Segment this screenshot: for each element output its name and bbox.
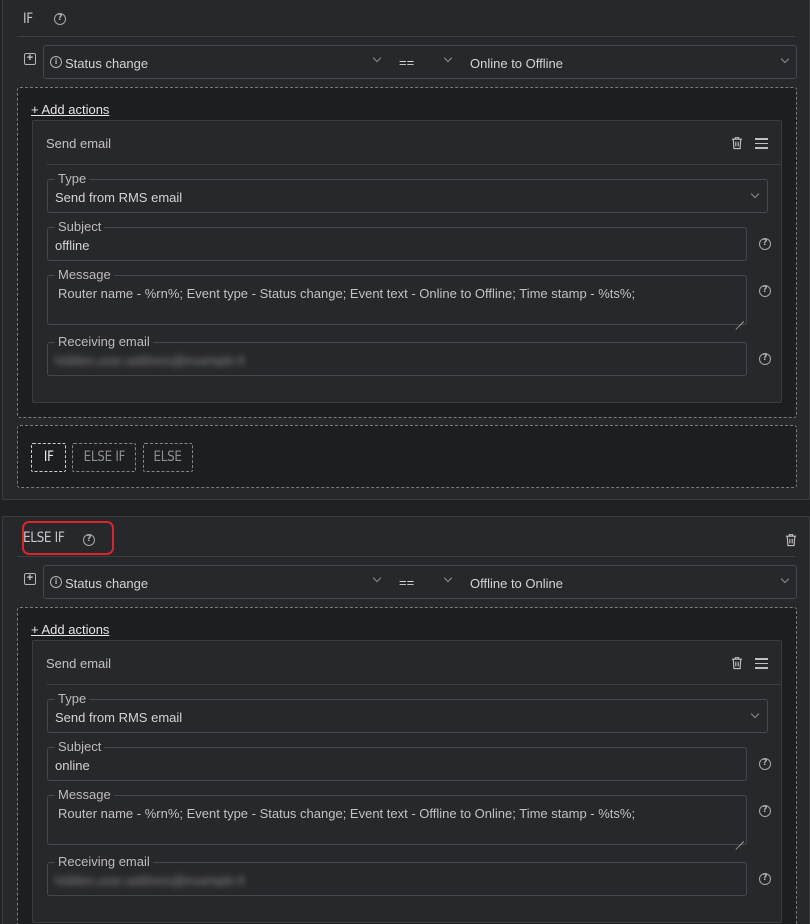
chevron-down-icon[interactable] bbox=[443, 53, 453, 63]
message-textarea[interactable]: Message Router name - %rn%; Event type -… bbox=[47, 787, 747, 845]
help-icon[interactable]: ? bbox=[759, 758, 771, 770]
chevron-down-icon[interactable] bbox=[750, 189, 760, 199]
subject-input[interactable]: Subject online bbox=[47, 739, 747, 781]
type-label: Type bbox=[55, 171, 90, 187]
receiving-email-label: Receiving email bbox=[55, 334, 153, 350]
receiving-email-input[interactable]: Receiving email hidden.user.address@exam… bbox=[47, 854, 747, 896]
chevron-down-icon[interactable] bbox=[372, 53, 382, 63]
resize-handle[interactable] bbox=[736, 834, 744, 842]
condition-field-select[interactable]: Status change bbox=[65, 56, 148, 71]
chevron-down-icon[interactable] bbox=[372, 573, 382, 583]
subject-input[interactable]: Subject offline bbox=[47, 219, 747, 261]
send-email-action-card: Send email Type Send from RMS email Subj… bbox=[32, 640, 782, 923]
trash-icon[interactable] bbox=[731, 136, 743, 150]
subject-label: Subject bbox=[55, 739, 105, 755]
chevron-down-icon[interactable] bbox=[443, 573, 453, 583]
condition-box: i Status change == Offline to Online bbox=[43, 565, 797, 599]
trash-icon[interactable] bbox=[785, 533, 797, 547]
send-email-action-card: Send email Type Send from RMS email Subj… bbox=[32, 120, 782, 403]
message-label: Message bbox=[55, 267, 114, 283]
help-icon[interactable]: ? bbox=[54, 13, 66, 25]
help-icon[interactable]: ? bbox=[83, 534, 95, 546]
condition-operator-select[interactable]: == bbox=[399, 575, 414, 590]
condition-value-select[interactable]: Offline to Online bbox=[470, 576, 563, 591]
branch-buttons-area: IF ELSE IF ELSE bbox=[17, 425, 797, 488]
message-textarea[interactable]: Message Router name - %rn%; Event type -… bbox=[47, 267, 747, 325]
actions-area: + Add actions Send email Type Send from … bbox=[17, 607, 797, 924]
message-value: Router name - %rn%; Event type - Status … bbox=[58, 806, 636, 821]
message-value: Router name - %rn%; Event type - Status … bbox=[58, 286, 636, 301]
add-if-button[interactable]: IF bbox=[31, 443, 66, 472]
receiving-email-value: hidden.user.address@example.lt bbox=[55, 873, 245, 888]
add-actions-link[interactable]: + Add actions bbox=[31, 622, 109, 637]
help-icon[interactable]: ? bbox=[759, 238, 771, 250]
type-label: Type bbox=[55, 691, 90, 707]
else-if-condition-row: + i Status change == Offline to Online bbox=[17, 565, 797, 599]
if-block: IF ? + i Status change == Online to Offl… bbox=[2, 0, 810, 500]
message-label: Message bbox=[55, 787, 114, 803]
if-header: IF ? bbox=[17, 0, 795, 37]
chevron-down-icon[interactable] bbox=[780, 54, 790, 64]
condition-operator-select[interactable]: == bbox=[399, 55, 414, 70]
action-title: Send email bbox=[46, 656, 112, 671]
drag-handle-icon[interactable] bbox=[755, 658, 768, 672]
actions-area: + Add actions Send email Type Send from … bbox=[17, 87, 797, 418]
chevron-down-icon[interactable] bbox=[780, 574, 790, 584]
chevron-down-icon[interactable] bbox=[750, 709, 760, 719]
else-if-block: ELSE IF ? + i Status change == Offline t… bbox=[2, 516, 810, 924]
receiving-email-label: Receiving email bbox=[55, 854, 153, 870]
receiving-email-value: hidden.user.address@example.lt bbox=[55, 353, 245, 368]
else-if-header: ELSE IF ? bbox=[17, 517, 795, 557]
subject-label: Subject bbox=[55, 219, 105, 235]
help-icon[interactable]: ? bbox=[759, 353, 771, 365]
help-icon[interactable]: ? bbox=[759, 873, 771, 885]
help-icon[interactable]: ? bbox=[759, 805, 771, 817]
receiving-email-input[interactable]: Receiving email hidden.user.address@exam… bbox=[47, 334, 747, 376]
expand-icon[interactable]: + bbox=[24, 53, 36, 65]
info-icon: i bbox=[50, 576, 62, 588]
if-title: IF bbox=[23, 11, 33, 27]
add-else-button[interactable]: ELSE bbox=[143, 443, 193, 472]
subject-value: online bbox=[55, 758, 90, 773]
condition-box: i Status change == Online to Offline bbox=[43, 45, 797, 79]
action-title: Send email bbox=[46, 136, 112, 151]
resize-handle[interactable] bbox=[736, 314, 744, 322]
else-if-title: ELSE IF bbox=[23, 530, 65, 546]
if-condition-row: + i Status change == Online to Offline bbox=[17, 45, 797, 79]
condition-field-select[interactable]: Status change bbox=[65, 576, 148, 591]
type-select[interactable]: Type Send from RMS email bbox=[47, 691, 768, 733]
expand-icon[interactable]: + bbox=[24, 573, 36, 585]
add-else-if-button[interactable]: ELSE IF bbox=[72, 443, 136, 472]
type-select[interactable]: Type Send from RMS email bbox=[47, 171, 768, 213]
help-icon[interactable]: ? bbox=[759, 285, 771, 297]
drag-handle-icon[interactable] bbox=[755, 138, 768, 152]
subject-value: offline bbox=[55, 238, 90, 253]
divider bbox=[47, 684, 781, 685]
type-value: Send from RMS email bbox=[55, 190, 183, 205]
type-value: Send from RMS email bbox=[55, 710, 183, 725]
divider bbox=[47, 164, 781, 165]
info-icon: i bbox=[50, 56, 62, 68]
add-actions-link[interactable]: + Add actions bbox=[31, 102, 109, 117]
trash-icon[interactable] bbox=[731, 656, 743, 670]
condition-value-select[interactable]: Online to Offline bbox=[470, 56, 563, 71]
